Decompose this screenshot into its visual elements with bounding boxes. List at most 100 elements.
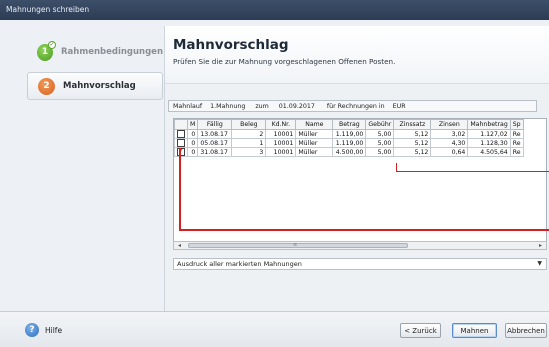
scroll-left-icon[interactable]: ◂	[175, 242, 184, 249]
row-checkbox[interactable]	[177, 130, 185, 138]
empty-cell	[198, 184, 232, 193]
cell-beleg: 3	[231, 147, 267, 157]
cancel-button[interactable]: Abbrechen	[505, 323, 547, 338]
empty-cell	[468, 157, 510, 166]
empty-cell	[266, 184, 296, 193]
cell-zinsen: 3,02	[430, 129, 469, 139]
empty-row	[175, 184, 524, 193]
empty-cell	[333, 193, 366, 202]
row-select-cell[interactable]	[174, 147, 188, 157]
col-sp[interactable]: Sp	[509, 119, 524, 130]
cell-faellig: 05.08.17	[197, 138, 233, 148]
cell-zinsen: 4,30	[430, 138, 469, 148]
empty-cell	[188, 175, 198, 184]
empty-cell	[394, 166, 431, 175]
empty-cell	[468, 166, 510, 175]
print-option-select[interactable]: Ausdruck aller markierten Mahnungen ▼	[173, 258, 547, 270]
empty-cell	[431, 166, 468, 175]
col-beleg[interactable]: Beleg	[231, 119, 267, 130]
empty-cell	[198, 157, 232, 166]
empty-cell	[510, 202, 523, 211]
cell-mahnbetrag: 1.127,02	[467, 129, 511, 139]
empty-cell	[188, 202, 198, 211]
empty-cell	[394, 175, 431, 184]
step-label: Mahnvorschlag	[63, 81, 136, 91]
cell-zinssatz: 5,12	[393, 129, 432, 139]
table-row[interactable]: 0 05.08.17 1 10001 Müller 1.119,00 5,00 5,12 4,3…	[174, 138, 524, 148]
empty-cell	[198, 211, 232, 220]
empty-cell	[510, 193, 523, 202]
row-select-cell[interactable]	[174, 129, 188, 139]
page-subtitle: Prüfen Sie die zur Mahnung vorgeschlagen…	[173, 57, 396, 66]
empty-cell	[366, 211, 394, 220]
currency-label: für Rechnungen in	[326, 102, 385, 110]
cell-m: 0	[186, 147, 199, 157]
row-checkbox[interactable]	[177, 139, 185, 147]
empty-cell	[431, 175, 468, 184]
col-m[interactable]: M	[186, 119, 199, 130]
empty-cell	[296, 202, 333, 211]
empty-cell	[266, 193, 296, 202]
print-option-value: Ausdruck aller markierten Mahnungen	[177, 260, 302, 268]
step-number: 1	[41, 47, 49, 57]
col-name[interactable]: Name	[295, 119, 334, 130]
horizontal-scrollbar[interactable]: ◂ ≡ ▸	[173, 241, 547, 250]
table-row[interactable]: 0 13.08.17 2 10001 Müller 1.119,00 5,00 5,12 3,0…	[174, 129, 524, 139]
col-select[interactable]	[174, 119, 188, 130]
empty-row	[175, 220, 524, 229]
cell-sp: Re	[509, 147, 524, 157]
empty-cell	[366, 184, 394, 193]
col-mahnbetrag[interactable]: Mahnbetrag	[467, 119, 511, 130]
empty-cell	[188, 157, 198, 166]
empty-cell	[175, 202, 188, 211]
empty-cell	[510, 166, 523, 175]
scroll-right-icon[interactable]: ▸	[536, 242, 545, 249]
step-mahnvorschlag[interactable]: 2 Mahnvorschlag	[27, 72, 163, 100]
page-title: Mahnvorschlag	[173, 37, 289, 53]
col-betrag[interactable]: Betrag	[332, 119, 367, 130]
checkmark-icon: ✓	[48, 40, 56, 49]
empty-row	[175, 193, 524, 202]
help-link[interactable]: ? Hilfe	[25, 323, 62, 337]
empty-cell	[394, 157, 431, 166]
empty-cell	[394, 184, 431, 193]
step-rahmenbedingungen[interactable]: 1 ✓ Rahmenbedingungen	[27, 38, 163, 66]
empty-cell	[394, 220, 431, 229]
empty-cell	[333, 175, 366, 184]
cell-sp: Re	[509, 138, 524, 148]
cell-betrag: 1.119,00	[332, 129, 367, 139]
table-row[interactable]: 031.08.17310001Müller4.500,005,005,120,6…	[174, 147, 524, 157]
col-zinssatz[interactable]: Zinssatz	[393, 119, 432, 130]
empty-cell	[366, 175, 394, 184]
col-gebuehr[interactable]: Gebühr	[365, 119, 395, 130]
empty-cell	[468, 184, 510, 193]
empty-cell	[366, 157, 394, 166]
empty-cell	[431, 184, 468, 193]
empty-cell	[431, 157, 468, 166]
empty-cell	[198, 202, 232, 211]
back-button[interactable]: < Zurück	[400, 323, 441, 338]
empty-cell	[232, 175, 266, 184]
cell-betrag: 1.119,00	[332, 138, 367, 148]
annotation-line-left	[179, 148, 181, 230]
page-header: Mahnvorschlag Prüfen Sie die zur Mahnung…	[165, 26, 549, 84]
empty-cell	[394, 193, 431, 202]
col-zinsen[interactable]: Zinsen	[430, 119, 469, 130]
empty-cell	[266, 166, 296, 175]
empty-cell	[394, 202, 431, 211]
empty-cell	[366, 220, 394, 229]
empty-cell	[468, 220, 510, 229]
dialog-footer: ? Hilfe < Zurück Mahnen Abbrechen	[0, 311, 549, 347]
empty-cell	[175, 184, 188, 193]
col-kdnr[interactable]: Kd.Nr.	[265, 119, 297, 130]
cell-name: Müller	[295, 138, 334, 148]
scroll-thumb[interactable]: ≡	[188, 242, 408, 248]
dialog-window: Mahnungen schreiben 1 ✓ Rahmenbedingunge…	[0, 0, 549, 347]
empty-cell	[296, 175, 333, 184]
empty-cell	[296, 157, 333, 166]
col-faellig[interactable]: Fällig	[197, 119, 233, 130]
window-title: Mahnungen schreiben	[0, 0, 549, 20]
date-value: 01.09.2017	[278, 102, 315, 110]
date-label: zum	[255, 102, 269, 110]
dun-button[interactable]: Mahnen	[452, 323, 497, 338]
